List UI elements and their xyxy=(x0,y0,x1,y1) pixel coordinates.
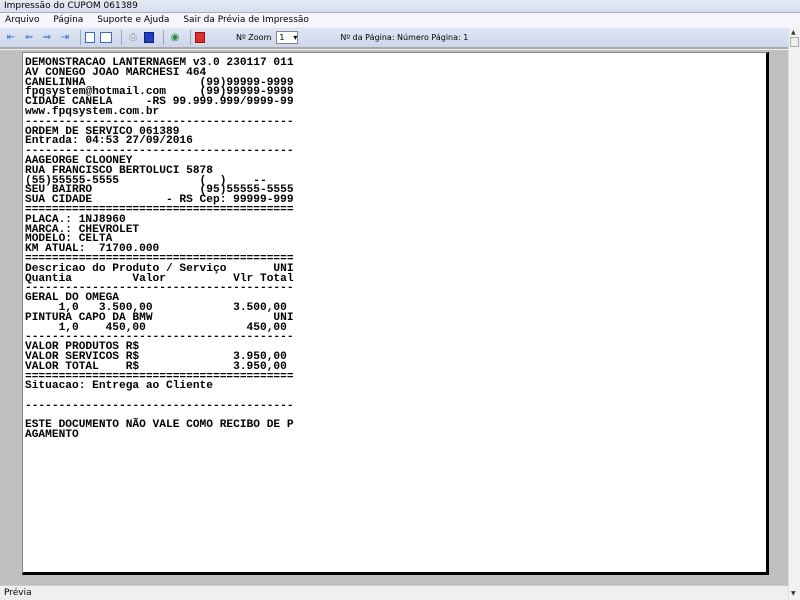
receipt-line: ---------------------------------------- xyxy=(25,399,294,412)
receipt-line: Situacao: Entrega ao Cliente xyxy=(25,380,213,393)
preview-area: DEMONSTRACAO LANTERNAGEM v3.0 230117 011… xyxy=(0,50,788,585)
last-page-icon[interactable]: ⇥ xyxy=(58,31,72,45)
chevron-down-icon: ▾ xyxy=(293,33,298,42)
separator xyxy=(190,30,191,45)
zoom-value: 1 xyxy=(279,33,285,42)
menu-arquivo[interactable]: Arquivo xyxy=(5,15,39,25)
window-title: Impressão do CUPOM 061389 xyxy=(0,0,800,13)
web-export-icon[interactable]: ◉ xyxy=(168,31,182,45)
scroll-thumb[interactable] xyxy=(790,37,799,47)
single-page-icon[interactable] xyxy=(85,32,95,43)
separator xyxy=(121,30,122,45)
receipt-text: DEMONSTRACAO LANTERNAGEM v3.0 230117 011… xyxy=(25,58,294,442)
first-page-icon[interactable]: ⇤ xyxy=(4,31,18,45)
scroll-up-icon[interactable]: ▲ xyxy=(791,29,796,36)
previous-page-icon[interactable]: ⇐ xyxy=(22,31,36,45)
print-icon[interactable]: ⎙ xyxy=(126,31,140,45)
print-page: DEMONSTRACAO LANTERNAGEM v3.0 230117 011… xyxy=(22,52,769,575)
scroll-down-icon[interactable]: ▼ xyxy=(791,590,796,597)
menu-bar: Arquivo Página Suporte e Ajuda Sair da P… xyxy=(0,13,800,27)
two-pages-icon[interactable] xyxy=(100,32,112,43)
next-page-icon[interactable]: ⇒ xyxy=(40,31,54,45)
menu-pagina[interactable]: Página xyxy=(53,15,83,25)
page-number-label: Nº da Página: Número Página: 1 xyxy=(340,33,469,42)
toolbar: ⇤ ⇐ ⇒ ⇥ ⎙ ◉ Nº Zoom 1 ▾ Nº da Página: Núm… xyxy=(0,28,788,49)
menu-suporte[interactable]: Suporte e Ajuda xyxy=(97,15,169,25)
vertical-scrollbar[interactable]: ▲ ▼ xyxy=(788,27,800,600)
word-export-icon[interactable] xyxy=(144,32,154,43)
status-bar: Prévia xyxy=(0,585,788,600)
menu-sair-previa[interactable]: Sair da Prévia de Impressão xyxy=(183,15,309,25)
zoom-select[interactable]: 1 ▾ xyxy=(276,31,299,44)
receipt-line: AGAMENTO xyxy=(25,429,79,442)
separator xyxy=(163,30,164,45)
close-preview-icon[interactable] xyxy=(195,32,205,43)
zoom-label: Nº Zoom xyxy=(236,33,272,42)
separator xyxy=(80,30,81,45)
